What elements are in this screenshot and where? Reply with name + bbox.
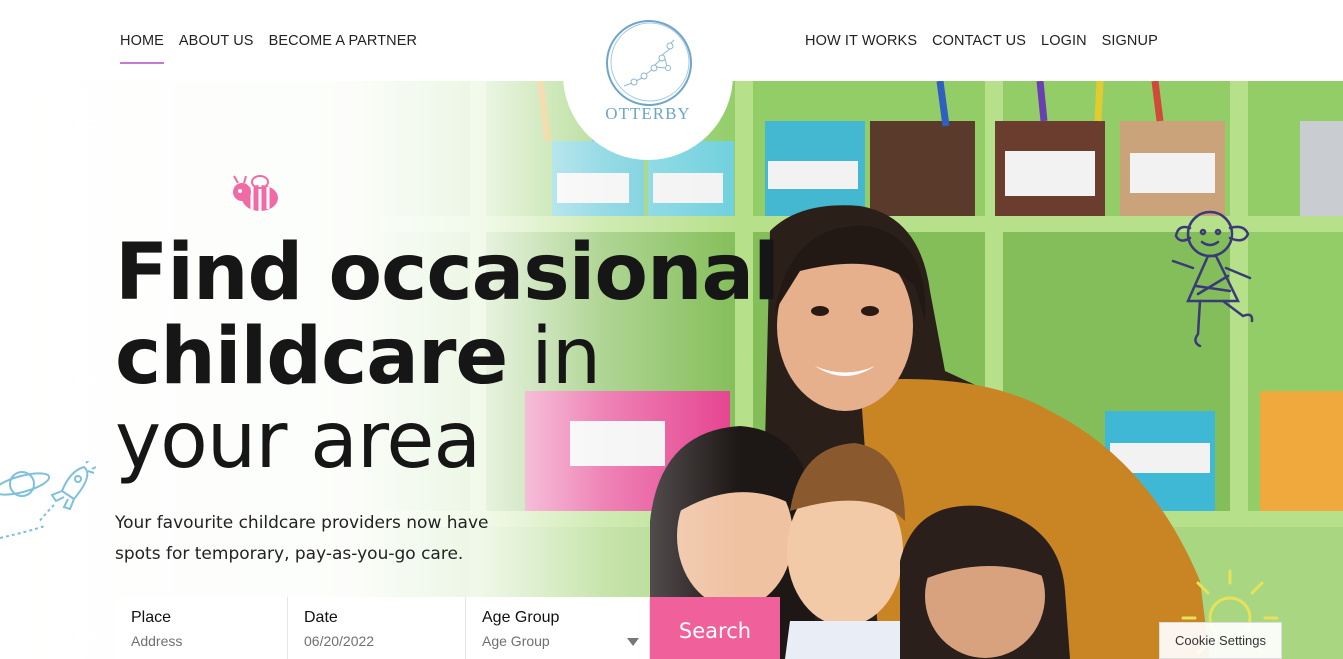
place-label: Place xyxy=(131,609,172,626)
age-group-select[interactable]: Age Group Age Group xyxy=(466,597,650,659)
nav-contact-us[interactable]: CONTACT US xyxy=(932,33,1026,49)
headline-line-1: Find occasional xyxy=(115,228,780,318)
headline-line-2-light: in xyxy=(507,312,601,402)
place-input[interactable]: Address xyxy=(131,633,271,649)
hero-section: Find occasional childcare in your area Y… xyxy=(0,81,1343,659)
nav-become-a-partner[interactable]: BECOME A PARTNER xyxy=(269,33,418,49)
headline-line-2-bold: childcare xyxy=(115,312,508,402)
date-input[interactable]: 06/20/2022 xyxy=(304,633,449,649)
search-button[interactable]: Search xyxy=(650,597,780,659)
place-field[interactable]: Place Address xyxy=(115,597,288,659)
dropdown-caret-icon[interactable] xyxy=(627,638,639,646)
date-field[interactable]: Date 06/20/2022 xyxy=(288,597,466,659)
rocket-icon xyxy=(37,461,96,524)
nav-signup[interactable]: SIGNUP xyxy=(1102,33,1158,49)
date-label: Date xyxy=(304,609,338,626)
age-group-value[interactable]: Age Group xyxy=(482,633,633,649)
headline-line-3: your area xyxy=(115,396,481,486)
logo-emblem-icon xyxy=(606,20,692,106)
girl-doodle-icon xyxy=(1171,210,1254,348)
nav-left: HOME ABOUT US BECOME A PARTNER xyxy=(120,33,418,64)
hero-headline: Find occasional childcare in your area xyxy=(115,228,780,486)
logo-text: OTTERBY xyxy=(605,104,691,123)
nav-right: HOW IT WORKS CONTACT US LOGIN SIGNUP xyxy=(805,33,1158,49)
nav-how-it-works[interactable]: HOW IT WORKS xyxy=(805,33,917,49)
bee-icon xyxy=(233,175,278,211)
hero-subtitle: Your favourite childcare providers now h… xyxy=(115,513,489,564)
cookie-settings-button[interactable]: Cookie Settings xyxy=(1159,622,1282,659)
nav-about-us[interactable]: ABOUT US xyxy=(179,33,254,49)
age-group-label: Age Group xyxy=(482,609,560,626)
search-form: Place Address Date 06/20/2022 Age Group … xyxy=(115,597,780,659)
nav-home[interactable]: HOME xyxy=(120,33,164,64)
nav-login[interactable]: LOGIN xyxy=(1041,33,1087,49)
